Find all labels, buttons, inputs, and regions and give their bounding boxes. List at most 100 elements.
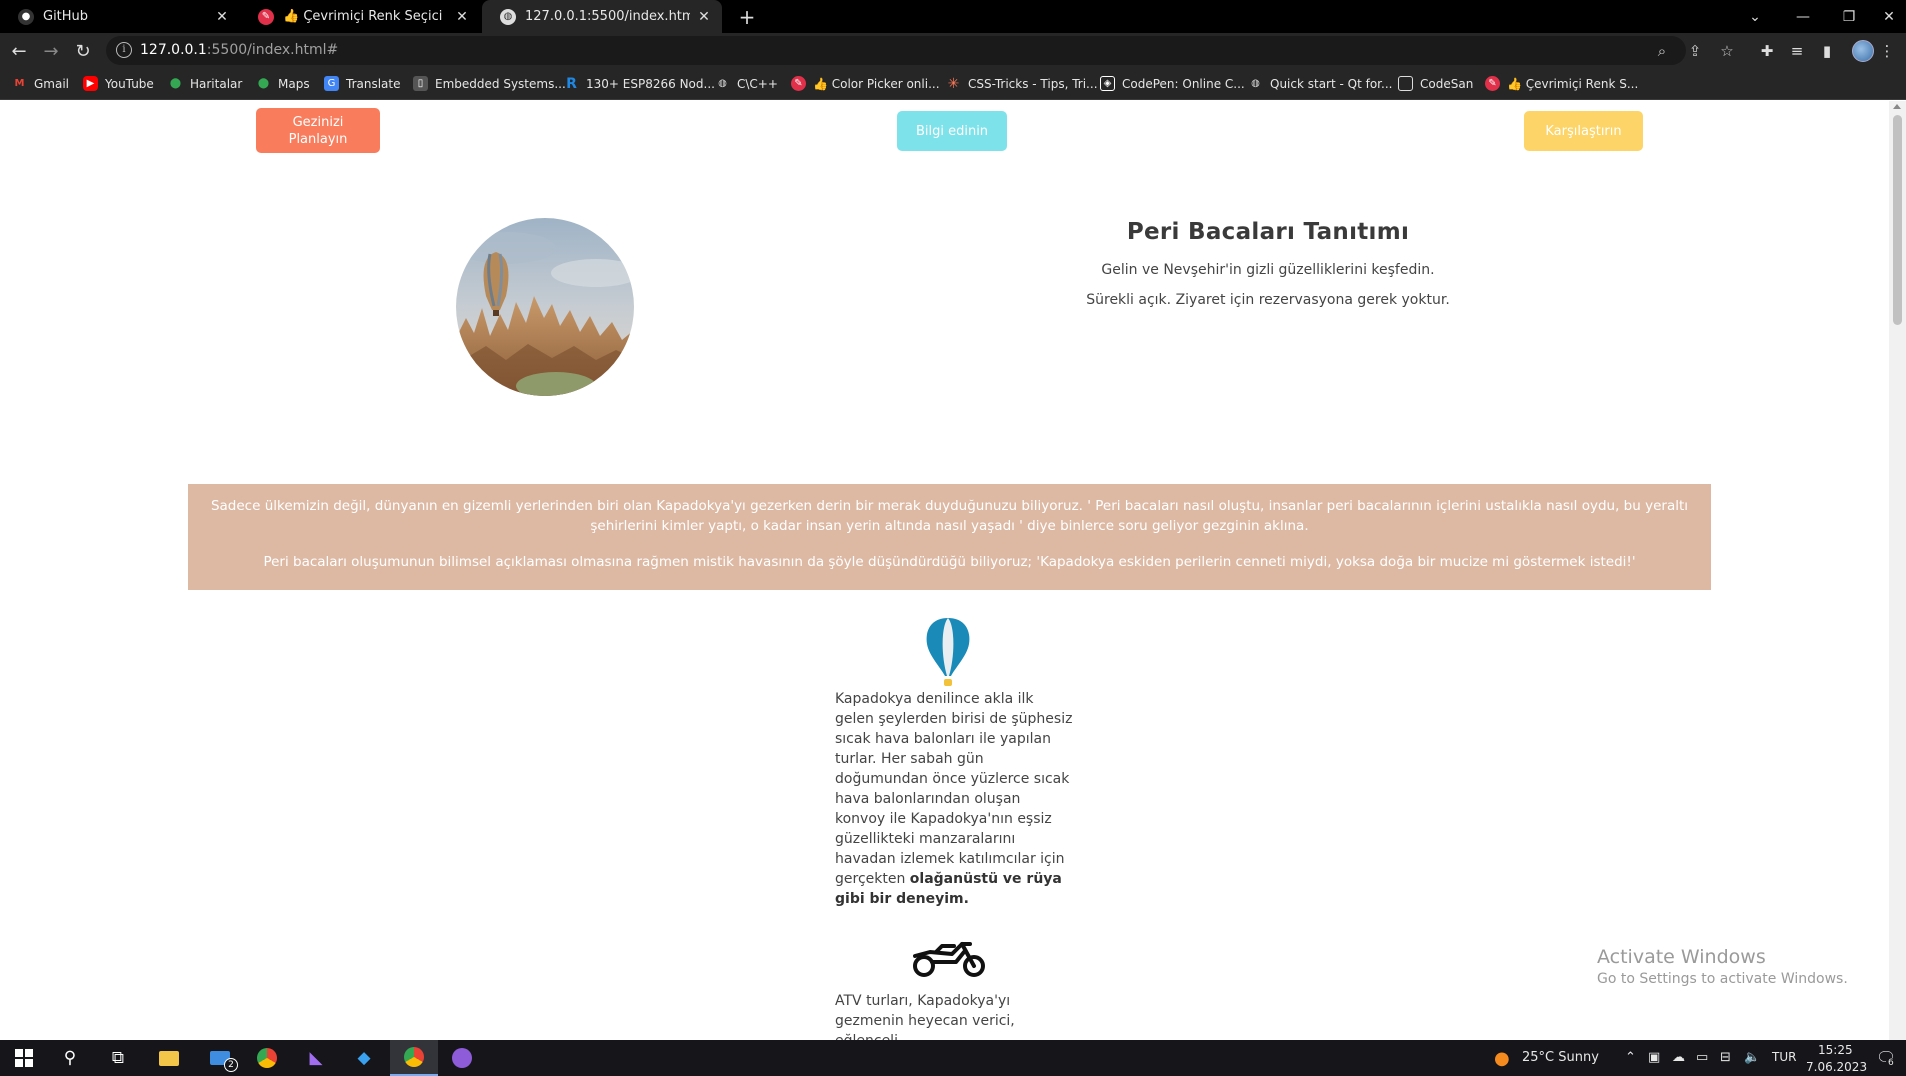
youtube-icon: ▶: [83, 76, 98, 91]
close-icon[interactable]: ✕: [696, 9, 712, 25]
volume-icon[interactable]: 🔈: [1744, 1050, 1760, 1065]
page-icon: [1398, 76, 1413, 91]
tray-chevron-icon[interactable]: ⌃: [1625, 1050, 1636, 1065]
file-explorer-icon[interactable]: [145, 1040, 193, 1076]
maps-icon: ⬤: [257, 78, 270, 89]
tab-title: 👍 Çevrimiçi Renk Seçici | HEX Re: [283, 9, 448, 24]
globe-icon: ◍: [1251, 78, 1260, 89]
bookmark-c-cpp[interactable]: ◍ C\C++: [715, 76, 778, 91]
browser-toolbar: ← → ↻ i 127.0.0.1:5500/index.html# ⌕ ⇪ ☆…: [0, 33, 1906, 69]
hero-title: Peri Bacaları Tanıtımı: [1126, 219, 1410, 245]
activate-windows-title: Activate Windows: [1597, 946, 1766, 968]
color-picker-icon: ✎: [791, 76, 806, 91]
mail-badge: 2: [224, 1058, 238, 1072]
bookmark-translate[interactable]: G Translate: [324, 76, 401, 91]
github-desktop-icon[interactable]: [438, 1040, 486, 1076]
minimize-icon[interactable]: —: [1780, 0, 1826, 33]
bookmark-maps[interactable]: ⬤ Maps: [256, 76, 310, 91]
hot-air-balloon-icon: [923, 616, 973, 688]
windows-start-icon[interactable]: [0, 1040, 48, 1076]
task-view-icon[interactable]: ⧉: [94, 1040, 142, 1076]
bookmark-renk-secici[interactable]: ✎ 👍 Çevrimiçi Renk S...: [1485, 76, 1638, 91]
vscode-icon[interactable]: ◆: [340, 1040, 388, 1076]
back-icon[interactable]: ←: [6, 38, 32, 64]
media-control-icon[interactable]: ≡: [1787, 41, 1807, 61]
scroll-thumb[interactable]: [1893, 115, 1902, 325]
info-paragraph-2: Peri bacaları oluşumunun bilimsel açıkla…: [263, 554, 1636, 570]
bookmark-codesan[interactable]: CodeSan: [1398, 76, 1473, 91]
mail-icon[interactable]: 2: [196, 1040, 244, 1076]
bookmark-embedded-systems[interactable]: ▯ Embedded Systems...: [413, 76, 566, 91]
bookmark-css-tricks[interactable]: ✳ CSS-Tricks - Tips, Tri...: [946, 75, 1098, 92]
visual-studio-icon[interactable]: ◣: [292, 1040, 340, 1076]
search-icon[interactable]: ⚲: [46, 1040, 94, 1076]
tab-search-icon[interactable]: ⌄: [1732, 0, 1778, 33]
bookmark-qt[interactable]: ◍ Quick start - Qt for...: [1248, 76, 1392, 91]
network-icon[interactable]: ⊟: [1720, 1050, 1731, 1065]
menu-kebab-icon[interactable]: ⋮: [1877, 41, 1897, 61]
weather-sun-icon[interactable]: ●: [1494, 1048, 1510, 1069]
address-bar[interactable]: i 127.0.0.1:5500/index.html# ⌕: [106, 36, 1686, 65]
clock-time[interactable]: 15:25: [1818, 1043, 1853, 1057]
notification-badge: 6: [1886, 1058, 1896, 1068]
tab-bar: ● GitHub ✕ ✎ 👍 Çevrimiçi Renk Seçici | H…: [0, 0, 1906, 33]
color-picker-icon: ✎: [1485, 76, 1500, 91]
bookmark-esp8266[interactable]: R 130+ ESP8266 Nod...: [564, 76, 715, 92]
clock-date[interactable]: 7.06.2023: [1806, 1060, 1867, 1074]
tab-github[interactable]: ● GitHub ✕: [0, 0, 240, 33]
atv-feature-text: ATV turları, Kapadokya'yı gezmenin heyec…: [835, 993, 1015, 1040]
tray-cloud-icon[interactable]: ☁: [1672, 1050, 1685, 1065]
tab-active-index[interactable]: ◍ 127.0.0.1:5500/index.html# ✕: [482, 0, 722, 33]
translate-icon: G: [324, 76, 339, 91]
close-icon[interactable]: ✕: [454, 9, 470, 25]
zoom-search-icon[interactable]: ⌕: [1652, 41, 1672, 61]
gmail-icon: M: [14, 78, 25, 89]
tray-app-icon[interactable]: ▣: [1648, 1050, 1660, 1065]
chrome-icon[interactable]: [243, 1040, 291, 1076]
activate-windows-subtitle: Go to Settings to activate Windows.: [1597, 971, 1848, 987]
bookmark-codepen[interactable]: ◈ CodePen: Online C...: [1100, 76, 1245, 91]
new-tab-button[interactable]: +: [734, 4, 760, 30]
info-box: Sadece ülkemizin değil, dünyanın en gize…: [188, 484, 1711, 590]
info-paragraph-1: Sadece ülkemizin değil, dünyanın en gize…: [210, 498, 1689, 534]
bookmark-star-icon[interactable]: ☆: [1717, 41, 1737, 61]
hero-open-note: Sürekli açık. Ziyaret için rezervasyona …: [1086, 292, 1450, 308]
document-icon: ▯: [413, 76, 428, 91]
forward-icon[interactable]: →: [38, 38, 64, 64]
side-panel-icon[interactable]: ▮: [1817, 41, 1837, 61]
windows-taskbar: ⚲ ⧉ 2 ◣ ◆ ● 25°C Sunny ⌃ ▣ ☁ ▭ ⊟ 🔈 TUR 1…: [0, 1040, 1906, 1076]
balloon-feature-text: Kapadokya denilince akla ilk gelen şeyle…: [835, 691, 1073, 907]
close-icon[interactable]: ✕: [214, 9, 230, 25]
tab-color-picker[interactable]: ✎ 👍 Çevrimiçi Renk Seçici | HEX Re ✕: [240, 0, 480, 33]
color-picker-icon: ✎: [258, 8, 274, 25]
bookmark-youtube[interactable]: ▶ YouTube: [83, 76, 154, 91]
globe-icon: ◍: [500, 8, 516, 25]
battery-icon[interactable]: ▭: [1696, 1050, 1708, 1065]
language-indicator[interactable]: TUR: [1772, 1050, 1796, 1064]
maps-icon: ⬤: [169, 78, 182, 89]
weather-text[interactable]: 25°C Sunny: [1522, 1050, 1599, 1065]
site-info-icon[interactable]: i: [116, 42, 132, 58]
tab-title: GitHub: [43, 9, 89, 24]
profile-avatar[interactable]: [1852, 40, 1874, 62]
share-icon[interactable]: ⇪: [1685, 41, 1705, 61]
hero-subtitle: Gelin ve Nevşehir'in gizli güzelliklerin…: [1101, 262, 1435, 278]
motorcycle-icon: [912, 932, 986, 980]
scroll-up-icon[interactable]: [1893, 104, 1901, 109]
chrome-active-icon[interactable]: [390, 1040, 438, 1076]
learn-more-button[interactable]: Bilgi edinin: [897, 111, 1007, 151]
reload-icon[interactable]: ↻: [70, 38, 96, 64]
compare-button[interactable]: Karşılaştırın: [1524, 111, 1643, 151]
page-scrollbar[interactable]: [1889, 101, 1906, 1040]
extensions-icon[interactable]: ✚: [1757, 41, 1777, 61]
window-close-icon[interactable]: ✕: [1866, 0, 1906, 33]
asterisk-icon: ✳: [947, 75, 960, 92]
plan-trip-button[interactable]: Gezinizi Planlayın: [256, 108, 380, 153]
tab-title: 127.0.0.1:5500/index.html#: [525, 9, 690, 24]
codepen-icon: ◈: [1100, 76, 1115, 91]
url-text: 127.0.0.1:5500/index.html#: [140, 42, 339, 58]
bookmark-haritalar[interactable]: ⬤ Haritalar: [168, 76, 242, 91]
bookmark-color-picker[interactable]: ✎ 👍 Color Picker onli...: [791, 76, 940, 91]
bookmark-gmail[interactable]: M Gmail: [12, 76, 70, 91]
github-icon: ●: [18, 8, 34, 25]
